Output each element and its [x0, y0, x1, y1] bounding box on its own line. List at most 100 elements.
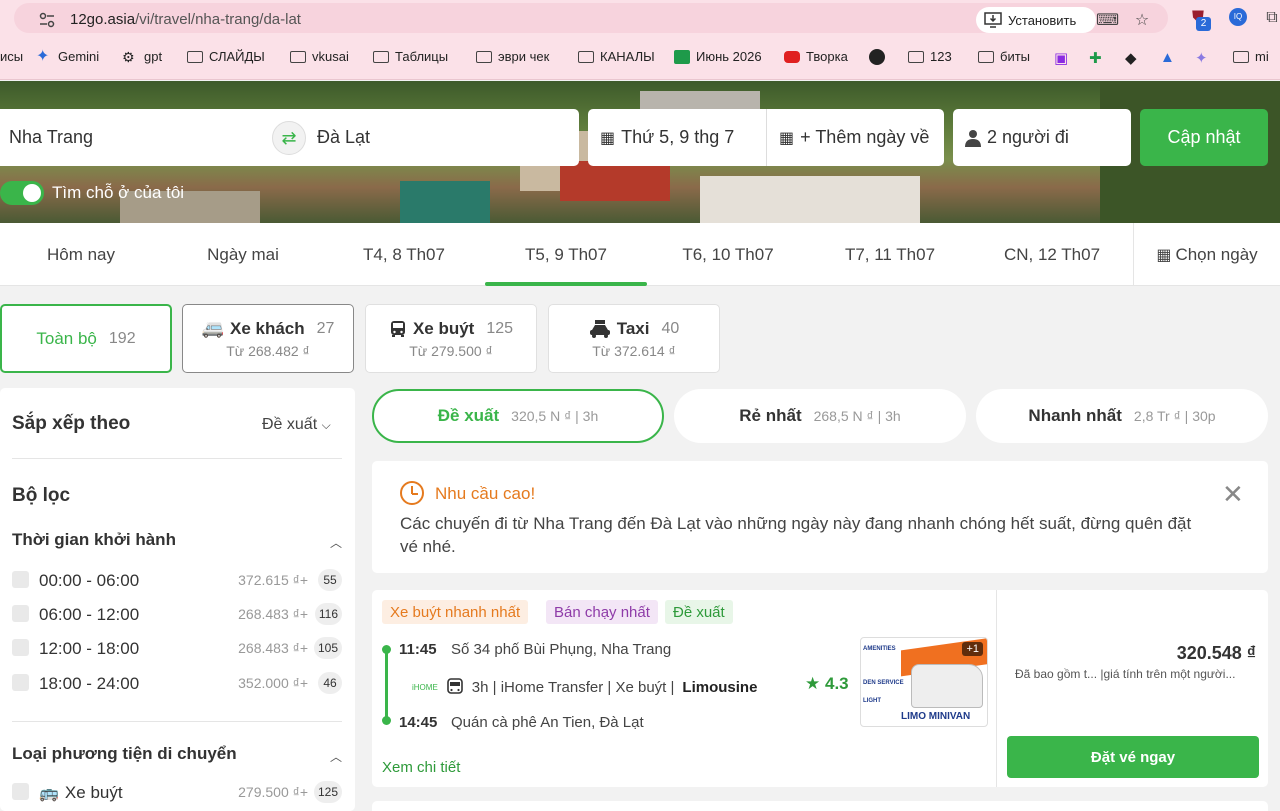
sort-cheapest[interactable]: Rẻ nhất 268,5 N ₫ | 3h [674, 389, 966, 443]
folder-icon [290, 50, 306, 63]
tab-tomorrow[interactable]: Ngày mai [162, 223, 324, 286]
passengers-field[interactable]: 2 người đi [953, 109, 1131, 166]
checkbox[interactable] [12, 571, 29, 588]
bookmark-june[interactable]: Июнь 2026 [674, 49, 762, 64]
tab-fri-10[interactable]: T6, 10 Th07 [647, 223, 809, 286]
close-icon[interactable]: ✕ [1222, 479, 1244, 510]
swap-direction-button[interactable]: ⇄ [272, 121, 306, 155]
puzzle-green-icon[interactable]: ✚ [1089, 49, 1102, 67]
circle-icon [869, 49, 885, 65]
trip-price: 320.548 ₫ [1176, 643, 1256, 663]
bookmark-folder-channels[interactable]: КАНАЛЫ [578, 49, 655, 64]
bookmark-star-icon[interactable]: ☆ [1132, 11, 1152, 31]
find-accommodation-toggle[interactable] [0, 181, 44, 205]
departure-row-4[interactable]: 18:00 - 24:00 352.000 ₫+ 46 [12, 672, 342, 696]
tag-best-seller: Bán chạy nhất [546, 600, 658, 624]
bookmark-circle[interactable] [869, 49, 891, 65]
url-text[interactable]: 12go.asia/vi/travel/nha-trang/da-lat [70, 11, 301, 28]
install-app-button[interactable]: Установить [976, 7, 1096, 33]
book-now-button[interactable]: Đặt vé ngay [1007, 736, 1259, 778]
mode-taxi[interactable]: Taxi 40 Từ 372.614 ₫ [548, 304, 720, 373]
date-field[interactable]: ▦ Thứ 5, 9 thg 7 [588, 109, 766, 166]
mode-bus-price: Từ 279.500 ₫ [409, 342, 493, 359]
chevron-up-icon[interactable]: ︿ [330, 748, 342, 765]
mode-coach-price: Từ 268.482 ₫ [226, 343, 310, 359]
calendar-icon: ▦ [600, 129, 616, 147]
diamond-icon[interactable]: ◆ [1125, 49, 1137, 67]
departure-row-1[interactable]: 00:00 - 06:00 372.615 ₫+ 55 [12, 569, 342, 593]
date-value: Thứ 5, 9 thg 7 [621, 127, 735, 147]
checkbox[interactable] [12, 783, 29, 800]
vehicle-row-bus[interactable]: 🚌 Xe buýt 279.500 ₫+ 125 [12, 781, 342, 805]
sort-recommended[interactable]: Đề xuất 320,5 N ₫ | 3h [372, 389, 664, 443]
folder-icon [908, 50, 924, 63]
youtube-icon [784, 50, 800, 63]
bookmark-item[interactable]: исы [0, 49, 23, 64]
mode-all[interactable]: Toàn bộ 192 [0, 304, 172, 373]
bookmark-gemini[interactable]: ✦ Gemini [36, 48, 99, 64]
bookmark-folder-mi[interactable]: mi [1233, 49, 1269, 64]
iq-extension-icon[interactable]: IQ [1229, 8, 1247, 26]
tab-sun-12[interactable]: CN, 12 Th07 [971, 223, 1133, 286]
pick-day-button[interactable]: ▦ Chọn ngày [1133, 223, 1280, 286]
mode-coach[interactable]: 🚐 Xe khách 27 Từ 268.482 ₫ [182, 304, 354, 373]
address-bar[interactable]: 12go.asia/vi/travel/nha-trang/da-lat Уст… [14, 3, 1168, 33]
date-tabs: Hôm nay Ngày mai T4, 8 Th07 T5, 9 Th07 T… [0, 223, 1280, 286]
clock-icon [400, 481, 424, 505]
pick-day-label: Chọn ngày [1175, 244, 1258, 264]
checkbox[interactable] [12, 639, 29, 656]
tag-fastest-bus: Xe buýt nhanh nhất [382, 600, 529, 624]
bookmarks-bar: исы ✦ Gemini ⚙ gpt СЛАЙДЫ vkusai Таблицы э… [0, 36, 1280, 80]
bookmark-tvorka[interactable]: Творка [784, 49, 848, 64]
arrive-dot [382, 716, 391, 725]
arrow-logo-icon[interactable]: ▲ [1160, 49, 1175, 66]
mode-taxi-label: Taxi [616, 318, 650, 338]
tab-wed-8[interactable]: T4, 8 Th07 [323, 223, 485, 286]
departure-row-3[interactable]: 12:00 - 18:00 268.483 ₫+ 105 [12, 637, 342, 661]
depart-time: 11:45 [399, 641, 437, 658]
return-date-field[interactable]: ▦ + Thêm ngày về [766, 109, 944, 166]
mode-bus-label: Xe buýt [412, 318, 475, 338]
tab-today[interactable]: Hôm nay [0, 223, 162, 286]
sparkle-icon[interactable]: ✦ [1195, 49, 1208, 67]
twitch-icon[interactable]: ▣ [1054, 49, 1068, 67]
bus-icon [390, 320, 405, 337]
update-search-button[interactable]: Cập nhật [1140, 109, 1268, 166]
view-details-link[interactable]: Xem chi tiết [382, 759, 460, 776]
vehicle-type-title[interactable]: Loại phương tiện di chuyển [12, 744, 237, 764]
mode-bus[interactable]: Xe buýt 125 Từ 279.500 ₫ [365, 304, 537, 373]
price-note: Đã bao gồm t... |giá tính trên một người… [1015, 667, 1236, 681]
bookmark-folder-everycheck[interactable]: эври чек [476, 49, 549, 64]
bookmark-gpt[interactable]: ⚙ gpt [122, 49, 162, 64]
swap-arrows-icon: ⇄ [281, 127, 297, 148]
checkbox[interactable] [12, 674, 29, 691]
filters-sidebar: Sắp xếp theo Đề xuất ⌵ Bộ lọc Thời gian … [0, 388, 355, 811]
bookmark-folder-slides[interactable]: СЛАЙДЫ [187, 49, 265, 64]
calendar-icon: ▦ [1156, 246, 1172, 264]
bookmark-folder-vkusai[interactable]: vkusai [290, 49, 349, 64]
from-field[interactable]: Nha Trang [0, 109, 289, 166]
bookmark-folder-bits[interactable]: биты [978, 49, 1030, 64]
departure-row-2[interactable]: 06:00 - 12:00 268.483 ₫+ 116 [12, 603, 342, 627]
tab-thu-9[interactable]: T5, 9 Th07 [485, 223, 647, 286]
chevron-up-icon[interactable]: ︿ [330, 534, 342, 551]
vehicle-photo[interactable]: AMENITIES DEN SERVICE LIGHT LIMO MINIVAN… [860, 637, 988, 727]
extensions-puzzle-icon[interactable]: ⧉ [1262, 8, 1280, 28]
to-field[interactable]: Đà Lạt [289, 109, 579, 166]
sort-dropdown[interactable]: Đề xuất ⌵ [262, 416, 331, 434]
filter-title: Bộ lọc [12, 485, 71, 506]
bookmark-folder-123[interactable]: 123 [908, 49, 952, 64]
tab-sat-11[interactable]: T7, 11 Th07 [809, 223, 971, 286]
install-label: Установить [1008, 12, 1077, 28]
trip-card[interactable]: Xe buýt nhanh nhất Bán chạy nhất Đề xuất… [372, 590, 1268, 787]
bus-icon: 🚌 [39, 785, 59, 802]
translate-icon[interactable]: ⌨ [1096, 11, 1119, 31]
extension-badge: 2 [1196, 17, 1211, 31]
site-settings-icon[interactable] [38, 11, 56, 29]
next-trip-card[interactable] [372, 801, 1268, 811]
sort-title: Sắp xếp theo [12, 413, 131, 434]
sort-fastest[interactable]: Nhanh nhất 2,8 Tr ₫ | 30p [976, 389, 1268, 443]
departure-time-title[interactable]: Thời gian khởi hành [12, 530, 176, 550]
checkbox[interactable] [12, 605, 29, 622]
bookmark-folder-tables[interactable]: Таблицы [373, 49, 448, 64]
